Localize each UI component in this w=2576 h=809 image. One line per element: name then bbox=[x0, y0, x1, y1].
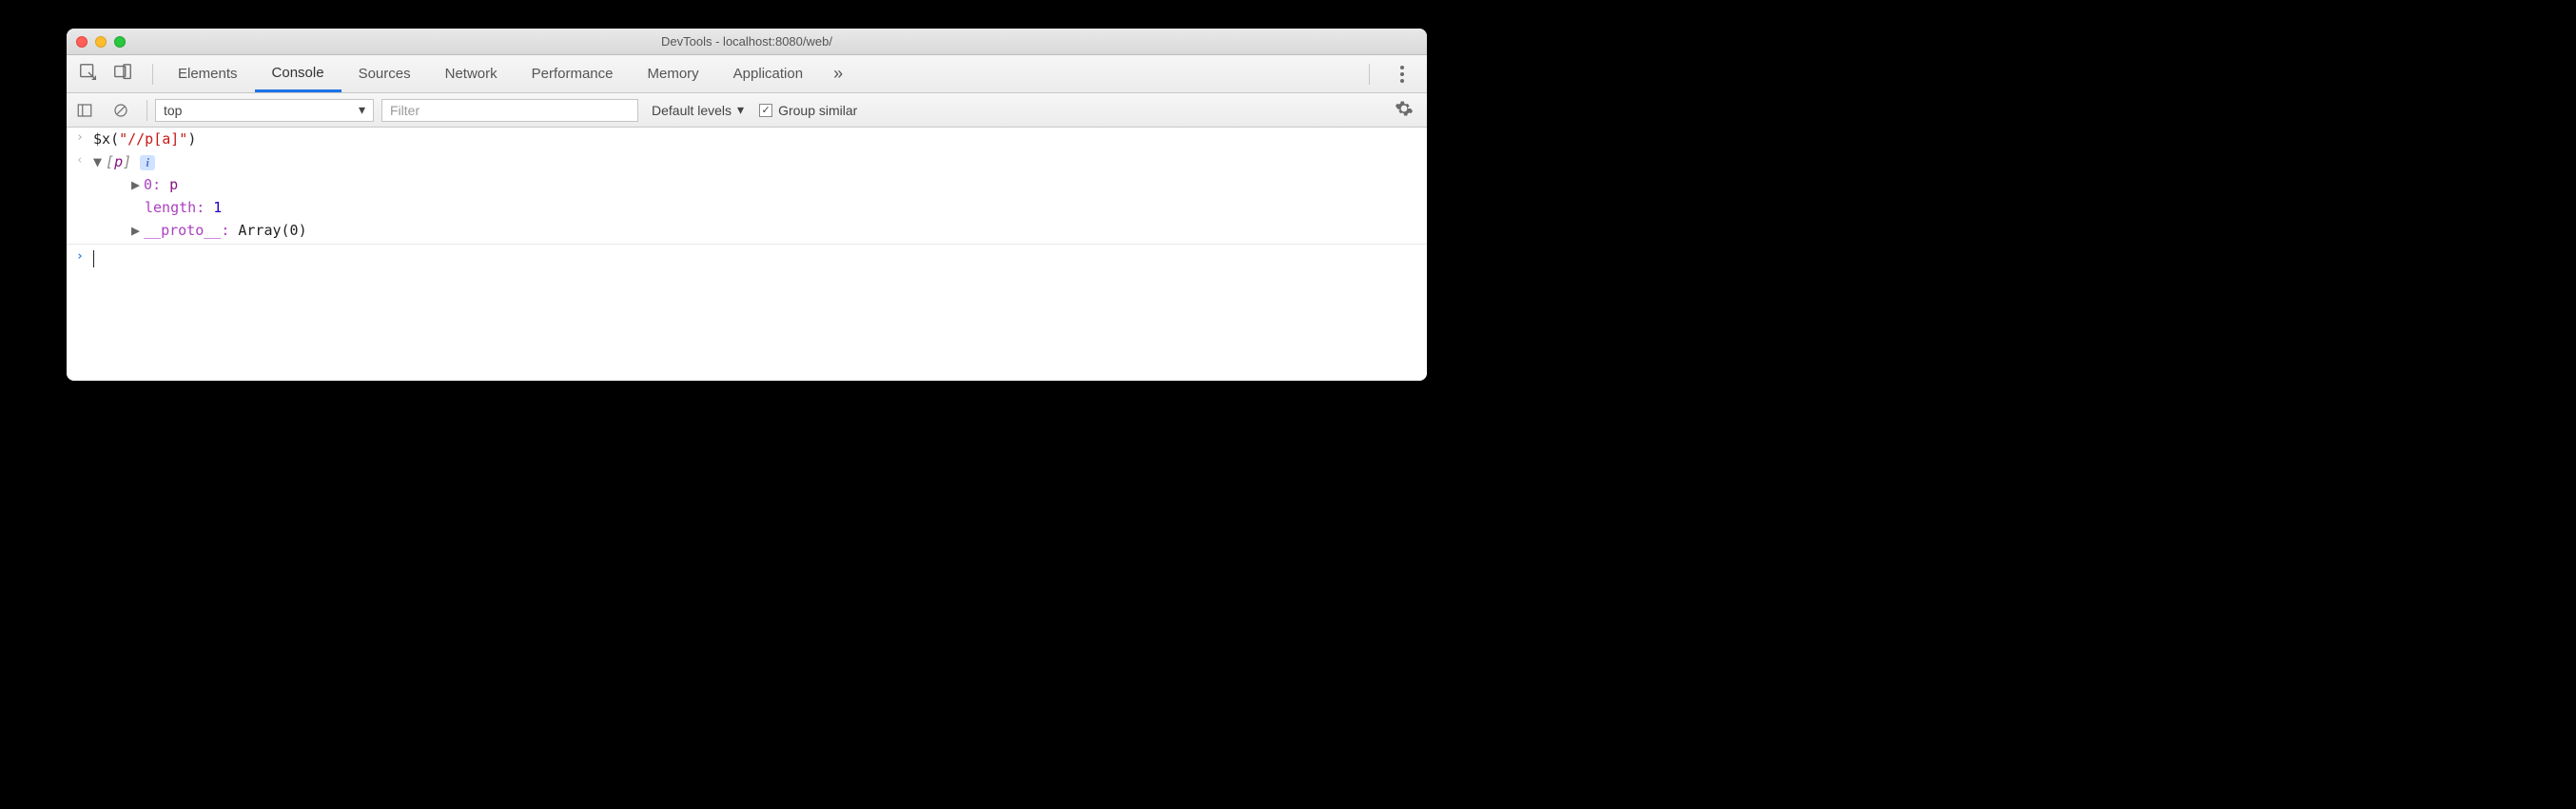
filter-placeholder: Filter bbox=[390, 103, 420, 118]
menu-icon[interactable] bbox=[1391, 66, 1414, 83]
device-toggle-icon[interactable] bbox=[112, 62, 133, 87]
toggle-sidebar-icon[interactable] bbox=[76, 102, 93, 119]
result-item-0[interactable]: ▶0: p bbox=[67, 173, 1427, 196]
result-proto[interactable]: ▶__proto__: Array(0) bbox=[67, 219, 1427, 242]
text-cursor bbox=[93, 250, 94, 267]
console-output: › $x("//p[a]") ‹ ▼[p] i ▶0: p length: 1 bbox=[67, 128, 1427, 381]
chevron-down-icon: ▾ bbox=[359, 102, 365, 118]
devtools-window: DevTools - localhost:8080/web/ Elements … bbox=[67, 29, 1427, 381]
group-similar-checkbox[interactable]: ✓ bbox=[759, 104, 772, 117]
separator bbox=[146, 100, 147, 121]
panel-tabs: Elements Console Sources Network Perform… bbox=[67, 55, 1427, 93]
expand-toggle-icon[interactable]: ▼ bbox=[93, 153, 102, 170]
tabs-overflow[interactable]: » bbox=[820, 64, 856, 84]
log-levels-selector[interactable]: Default levels ▾ bbox=[652, 102, 744, 118]
output-marker-icon: ‹ bbox=[76, 153, 93, 168]
tab-memory[interactable]: Memory bbox=[631, 55, 716, 92]
console-expression[interactable]: $x("//p[a]") bbox=[93, 130, 196, 148]
console-input-row: › $x("//p[a]") bbox=[67, 128, 1427, 150]
input-marker-icon: › bbox=[76, 130, 93, 145]
titlebar: DevTools - localhost:8080/web/ bbox=[67, 29, 1427, 55]
context-value: top bbox=[164, 103, 182, 118]
levels-label: Default levels bbox=[652, 103, 732, 118]
separator bbox=[152, 64, 153, 85]
context-selector[interactable]: top ▾ bbox=[155, 99, 374, 122]
tab-elements[interactable]: Elements bbox=[161, 55, 255, 92]
clear-console-icon[interactable] bbox=[112, 102, 129, 119]
result-summary[interactable]: ▼[p] i bbox=[93, 153, 155, 170]
filter-input[interactable]: Filter bbox=[381, 99, 638, 122]
tab-console[interactable]: Console bbox=[255, 55, 342, 92]
chevron-down-icon: ▾ bbox=[737, 102, 744, 118]
tab-application[interactable]: Application bbox=[716, 55, 820, 92]
console-result-row: ‹ ▼[p] i bbox=[67, 150, 1427, 173]
result-length: length: 1 bbox=[67, 196, 1427, 219]
separator bbox=[1369, 64, 1370, 85]
console-toolbar: top ▾ Filter Default levels ▾ ✓ Group si… bbox=[67, 93, 1427, 128]
info-icon[interactable]: i bbox=[140, 155, 155, 170]
console-prompt-row[interactable]: › bbox=[67, 247, 1427, 270]
expr-fn: $x bbox=[93, 130, 110, 148]
tab-sources[interactable]: Sources bbox=[342, 55, 428, 92]
settings-icon[interactable] bbox=[1395, 99, 1414, 121]
expr-string: "//p[a]" bbox=[119, 130, 187, 148]
inspect-icon[interactable] bbox=[78, 62, 99, 87]
tab-performance[interactable]: Performance bbox=[515, 55, 631, 92]
expand-toggle-icon[interactable]: ▶ bbox=[131, 176, 140, 193]
prompt-marker-icon: › bbox=[76, 249, 93, 264]
prompt-input[interactable] bbox=[93, 249, 94, 267]
tab-network[interactable]: Network bbox=[428, 55, 515, 92]
row-divider bbox=[67, 244, 1427, 245]
window-title: DevTools - localhost:8080/web/ bbox=[67, 34, 1427, 49]
group-similar-label: Group similar bbox=[778, 103, 857, 118]
expand-toggle-icon[interactable]: ▶ bbox=[131, 222, 140, 239]
